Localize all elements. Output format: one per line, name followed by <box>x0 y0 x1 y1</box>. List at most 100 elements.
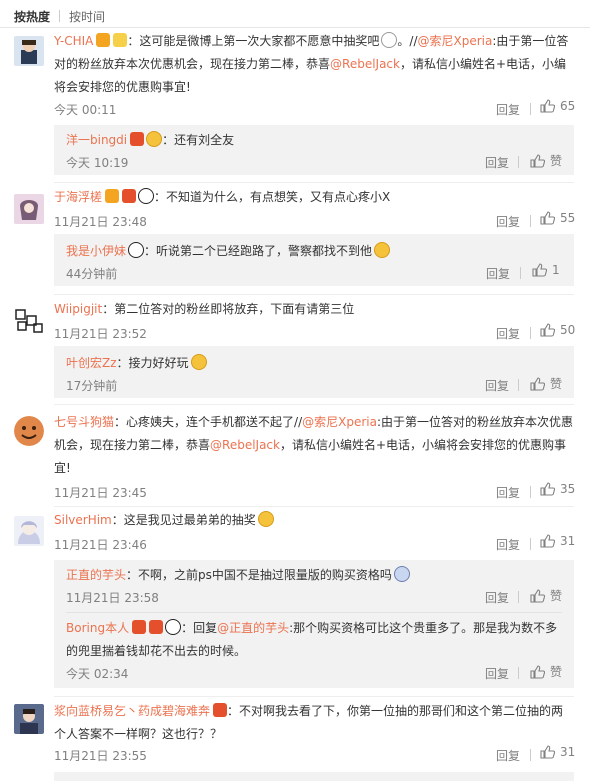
action-divider <box>520 267 521 279</box>
comment-divider <box>54 506 574 507</box>
avatar[interactable] <box>14 306 44 336</box>
like-button[interactable]: 50 <box>540 323 575 337</box>
reply-username[interactable]: 我是小伊妹 <box>66 244 126 258</box>
thumbs-up-icon <box>530 664 545 679</box>
reply-button[interactable]: 回复 <box>496 325 520 342</box>
like-count: 赞 <box>550 589 563 603</box>
comment-time: 11月21日 23:45 <box>54 486 147 500</box>
comment-meta: 11月21日 23:55 回复 31 <box>54 745 575 764</box>
action-divider <box>518 667 519 679</box>
like-button[interactable]: 赞 <box>530 587 562 604</box>
reply-button[interactable]: 回复 <box>485 665 509 682</box>
reply-meta: 今天 10:19 回复 赞 <box>66 152 562 174</box>
mention-link[interactable]: @RebelJack <box>330 57 400 71</box>
action-divider <box>518 379 519 391</box>
reply-text: 正直的芋头：不啊，之前ps中国不是抽过限量版的购买资格吗 <box>66 564 562 587</box>
reply-button[interactable]: 回复 <box>496 484 520 501</box>
like-button[interactable]: 65 <box>540 99 575 113</box>
comment-meta: 11月21日 23:52 回复 50 <box>54 323 575 342</box>
like-button[interactable]: 赞 <box>530 375 562 392</box>
comment-text: 于海浮槎 ：不知道为什么，有点想笑，又有点心疼小X <box>54 188 391 204</box>
comment-meta: 11月21日 23:48 回复 55 <box>54 211 575 230</box>
reply-username[interactable]: 正直的芋头 <box>66 568 126 582</box>
laugh-emoji-icon <box>257 511 274 527</box>
reply-text: 我是小伊妹 ：听说第二个已经跑路了，警察都找不到他 <box>66 240 562 263</box>
comment-divider <box>54 404 574 405</box>
mention-link[interactable]: @索尼Xperia <box>418 34 493 48</box>
reply-divider <box>66 612 562 613</box>
thumbs-up-icon <box>540 482 555 496</box>
reply-text: Boring本人 ：回复@正直的芋头:那个购买资格可比这个贵重多了。那是我为数不多… <box>66 619 558 658</box>
comment-text: 七号斗狗猫：心疼姨夫，连个手机都送不起了//@索尼Xperia:由于第一位答对的… <box>54 415 574 475</box>
comment-meta: 今天 00:11 回复 65 <box>54 99 575 118</box>
reply-username[interactable]: 叶创宏Zz <box>66 356 117 370</box>
top-divider <box>0 27 590 28</box>
thumbs-up-icon <box>532 263 547 277</box>
sort-by-hot-tab[interactable]: 按热度 <box>14 8 50 25</box>
like-button[interactable]: 31 <box>540 534 575 548</box>
sweat-emoji-icon <box>374 242 391 258</box>
comment-username[interactable]: 七号斗狗猫 <box>54 415 114 429</box>
action-divider <box>530 538 531 550</box>
reply-time: 44分钟前 <box>66 267 118 281</box>
panda-emoji-icon <box>165 619 182 635</box>
like-button[interactable]: 赞 <box>530 152 562 169</box>
reply-box: 叶创宏Zz：接力好好玩 17分钟前 回复 赞 <box>54 346 574 398</box>
laugh-emoji-icon <box>190 354 207 370</box>
comment-username[interactable]: Wiipigjit <box>54 302 102 316</box>
reply-button[interactable]: 回复 <box>485 589 509 606</box>
like-button[interactable]: 35 <box>540 482 575 496</box>
thumbs-up-icon <box>530 153 545 168</box>
comment-username[interactable]: SilverHim <box>54 513 112 527</box>
like-count: 1 <box>552 263 560 277</box>
mention-link[interactable]: @索尼Xperia <box>302 415 377 429</box>
action-divider <box>530 486 531 498</box>
comment-username[interactable]: Y-CHIA <box>54 34 93 48</box>
avatar[interactable] <box>14 416 44 446</box>
reply-box: 正直的芋头：不啊，之前ps中国不是抽过限量版的购买资格吗 11月21日 23:5… <box>54 560 574 688</box>
avatar[interactable] <box>14 704 44 734</box>
like-count: 50 <box>560 323 576 337</box>
like-button[interactable]: 赞 <box>530 663 562 680</box>
comment-meta: 11月21日 23:45 回复 35 <box>54 482 575 501</box>
avatar[interactable] <box>14 516 44 546</box>
thumbs-up-icon <box>540 745 555 759</box>
comment-username[interactable]: 浆向蓝桥易乞丶药成碧海难奔 <box>54 704 210 718</box>
mention-link[interactable]: @RebelJack <box>210 438 280 452</box>
comment-divider <box>54 294 574 295</box>
like-button[interactable]: 31 <box>540 745 575 759</box>
reply-button[interactable]: 回复 <box>496 536 520 553</box>
comment-time: 11月21日 23:48 <box>54 215 147 229</box>
like-count: 55 <box>560 211 576 225</box>
avatar[interactable] <box>14 36 44 66</box>
reply-username[interactable]: 洋一bingdi <box>66 133 127 147</box>
reply-item: Boring本人 ：回复@正直的芋头:那个购买资格可比这个贵重多了。那是我为数不多… <box>66 617 562 685</box>
comment-divider <box>54 182 574 183</box>
comment-meta: 11月21日 23:46 回复 31 <box>54 534 575 553</box>
reply-button[interactable]: 回复 <box>485 377 509 394</box>
reply-button[interactable]: 回复 <box>486 265 510 282</box>
reply-username[interactable]: Boring本人 <box>66 621 129 635</box>
mention-link[interactable]: @正直的芋头 <box>217 621 289 635</box>
comment-username[interactable]: 于海浮槎 <box>54 190 102 204</box>
vip-badge-icon <box>105 189 120 203</box>
reply-button[interactable]: 回复 <box>496 101 520 118</box>
avatar[interactable] <box>14 194 44 224</box>
like-button[interactable]: 1 <box>532 263 560 277</box>
emoji-icon <box>381 32 398 48</box>
reply-time: 今天 02:34 <box>66 667 129 681</box>
vip-badge-icon <box>96 33 111 47</box>
reply-box <box>54 772 574 781</box>
sort-by-time-tab[interactable]: 按时间 <box>69 8 105 25</box>
reply-button[interactable]: 回复 <box>496 213 520 230</box>
comment-time: 11月21日 23:52 <box>54 327 147 341</box>
thumbs-up-icon <box>540 534 555 548</box>
action-divider <box>530 215 531 227</box>
reply-button[interactable]: 回复 <box>485 154 509 171</box>
sort-divider <box>59 10 61 22</box>
like-count: 65 <box>560 99 576 113</box>
action-divider <box>530 327 531 339</box>
thumbs-up-icon <box>540 323 555 337</box>
like-button[interactable]: 55 <box>540 211 575 225</box>
reply-button[interactable]: 回复 <box>496 747 520 764</box>
